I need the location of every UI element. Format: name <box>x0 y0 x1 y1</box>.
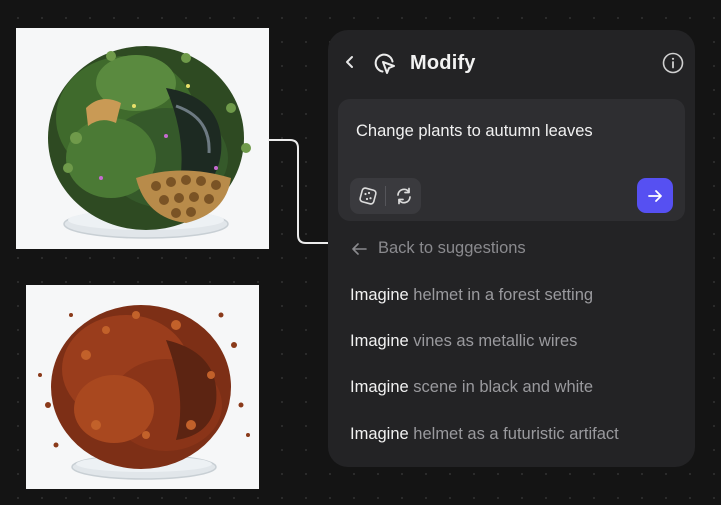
prompt-text[interactable]: Change plants to autumn leaves <box>356 121 666 142</box>
original-image-thumbnail[interactable] <box>16 28 269 249</box>
dice-icon <box>358 187 377 205</box>
suggestion-text: helmet in a forest setting <box>413 286 594 304</box>
back-link-label: Back to suggestions <box>378 239 526 257</box>
arrow-right-icon <box>648 189 662 202</box>
suggestion-text: helmet as a futuristic artifact <box>413 425 619 443</box>
suggestion-item[interactable]: Imagine helmet as a futuristic artifact <box>350 425 619 444</box>
panel-title: Modify <box>410 52 476 74</box>
suggestion-text: scene in black and white <box>413 378 594 396</box>
prompt-tools <box>350 178 421 214</box>
chevron-left-icon[interactable] <box>342 52 358 72</box>
connector-line <box>268 139 330 244</box>
prompt-input-box[interactable]: Change plants to autumn leaves <box>338 99 685 221</box>
autumn-helmet-image <box>26 285 259 489</box>
result-image-thumbnail[interactable] <box>26 285 259 489</box>
refresh-icon <box>396 187 411 205</box>
cursor-click-icon <box>374 53 395 74</box>
suggestion-keyword: Imagine <box>350 378 409 396</box>
suggestion-keyword: Imagine <box>350 425 409 443</box>
back-to-suggestions-link[interactable]: Back to suggestions <box>350 239 526 258</box>
suggestion-item[interactable]: Imagine vines as metallic wires <box>350 332 577 351</box>
panel-header: Modify <box>328 30 695 96</box>
suggestion-item[interactable]: Imagine scene in black and white <box>350 378 593 397</box>
suggestion-text: vines as metallic wires <box>413 332 578 350</box>
suggestion-keyword: Imagine <box>350 286 409 304</box>
modify-panel: Modify Change plants to autumn leaves Ba… <box>328 30 695 467</box>
regenerate-button[interactable] <box>386 178 421 214</box>
plant-helmet-image <box>16 28 269 249</box>
suggestion-item[interactable]: Imagine helmet in a forest setting <box>350 286 593 305</box>
info-icon[interactable] <box>662 52 684 74</box>
arrow-left-icon <box>352 242 367 255</box>
dice-button[interactable] <box>350 178 385 214</box>
suggestion-keyword: Imagine <box>350 332 409 350</box>
send-button[interactable] <box>637 178 673 213</box>
